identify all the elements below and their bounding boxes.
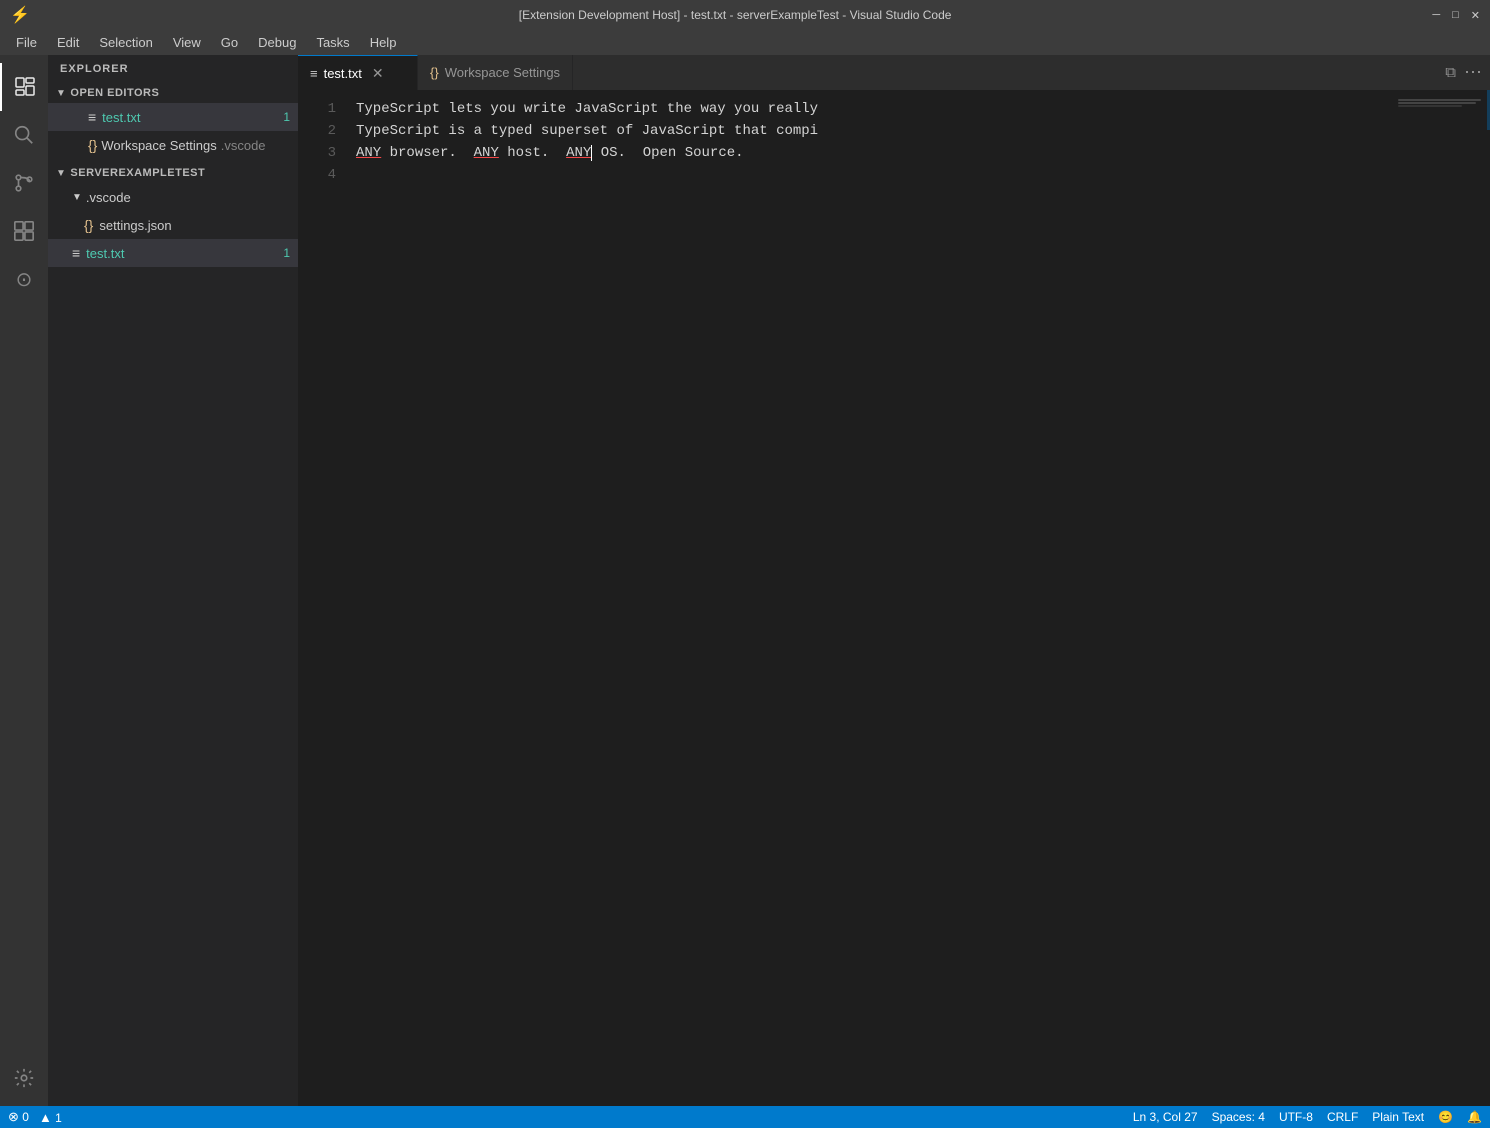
error-count[interactable]: ⊗ 0 — [8, 1109, 29, 1125]
remote-activity-icon[interactable]: ⊙ — [0, 255, 48, 303]
test-txt-tab-close[interactable]: ✕ — [372, 65, 384, 82]
code-line-4 — [356, 164, 1390, 186]
workspace-settings-tab[interactable]: {} Workspace Settings — [418, 55, 573, 90]
indentation[interactable]: Spaces: 4 — [1212, 1110, 1265, 1124]
open-editors-section-header[interactable]: ▼ OPEN EDITORS — [48, 83, 298, 103]
encoding[interactable]: UTF-8 — [1279, 1110, 1313, 1124]
code-line-2: TypeScript is a typed superset of JavaSc… — [356, 120, 1390, 142]
error-icon: ⊗ — [8, 1109, 19, 1124]
search-activity-icon[interactable] — [0, 111, 48, 159]
cursor-position[interactable]: Ln 3, Col 27 — [1133, 1110, 1198, 1124]
vscode-folder[interactable]: ▼ .vscode — [48, 183, 298, 211]
menu-debug[interactable]: Debug — [250, 33, 304, 52]
workspace-settings-ext: .vscode — [221, 138, 266, 153]
open-editor-test-txt[interactable]: ≡ test.txt 1 — [48, 103, 298, 131]
main-area: ⊙ EXPLORER ▼ OPEN EDITORS ≡ test.txt 1 {… — [0, 55, 1490, 1106]
status-bar-left: ⊗ 0 ▲ 1 — [8, 1109, 62, 1125]
menu-bar: File Edit Selection View Go Debug Tasks … — [0, 30, 1490, 55]
close-button[interactable]: ✕ — [1471, 9, 1480, 22]
editor-content[interactable]: 1 2 3 4 TypeScript lets you write JavaSc… — [298, 90, 1490, 1106]
sidebar-title: EXPLORER — [48, 55, 298, 83]
title-bar: ⚡ [Extension Development Host] - test.tx… — [0, 0, 1490, 30]
feedback-icon[interactable]: 😊 — [1438, 1110, 1453, 1124]
warning-count-value: 1 — [55, 1111, 62, 1125]
tab-actions: ⧉ ⋯ — [1437, 55, 1490, 90]
settings-json-item[interactable]: {} settings.json — [48, 211, 298, 239]
test-txt-tab[interactable]: ≡ test.txt ✕ — [298, 55, 418, 90]
code-line-1: TypeScript lets you write JavaScript the… — [356, 98, 1390, 120]
menu-selection[interactable]: Selection — [91, 33, 160, 52]
any-underline-2: ANY — [474, 145, 499, 161]
settings-json-icon: {} — [84, 217, 93, 233]
minimize-button[interactable]: ─ — [1432, 9, 1440, 22]
settings-json-name: settings.json — [99, 218, 171, 233]
workspace-settings-open-icon: {} — [88, 137, 97, 153]
any-underline-1: ANY — [356, 145, 381, 161]
minimap — [1390, 90, 1490, 1106]
menu-edit[interactable]: Edit — [49, 33, 87, 52]
warning-count[interactable]: ▲ 1 — [39, 1110, 62, 1125]
menu-view[interactable]: View — [165, 33, 209, 52]
line-ending[interactable]: CRLF — [1327, 1110, 1358, 1124]
project-test-txt-badge: 1 — [283, 246, 290, 260]
code-line-3: ANY browser. ANY host. ANY OS. Open Sour… — [356, 142, 1390, 164]
any-underline-3: ANY — [566, 145, 591, 161]
window-title: [Extension Development Host] - test.txt … — [38, 8, 1432, 22]
extensions-activity-icon[interactable] — [0, 207, 48, 255]
workspace-settings-tab-label: Workspace Settings — [445, 65, 560, 80]
more-actions-icon[interactable]: ⋯ — [1464, 62, 1482, 83]
project-test-txt-name: test.txt — [86, 246, 124, 261]
line-numbers: 1 2 3 4 — [298, 90, 348, 1106]
maximize-button[interactable]: □ — [1452, 9, 1459, 22]
workspace-settings-open-name: Workspace Settings — [101, 138, 216, 153]
status-bar-right: Ln 3, Col 27 Spaces: 4 UTF-8 CRLF Plain … — [1133, 1110, 1482, 1124]
menu-tasks[interactable]: Tasks — [308, 33, 357, 52]
project-test-txt[interactable]: ≡ test.txt 1 — [48, 239, 298, 267]
settings-activity-icon[interactable] — [0, 1054, 48, 1102]
menu-help[interactable]: Help — [362, 33, 405, 52]
activity-bar: ⊙ — [0, 55, 48, 1106]
language-mode[interactable]: Plain Text — [1372, 1110, 1424, 1124]
app-icon: ⚡ — [10, 5, 30, 25]
open-editors-arrow: ▼ — [56, 88, 66, 99]
open-editors-label: OPEN EDITORS — [70, 87, 159, 99]
tab-bar: ≡ test.txt ✕ {} Workspace Settings ⧉ ⋯ — [298, 55, 1490, 90]
menu-file[interactable]: File — [8, 33, 45, 52]
editor-area: ≡ test.txt ✕ {} Workspace Settings ⧉ ⋯ 1… — [298, 55, 1490, 1106]
test-txt-open-badge: 1 — [283, 110, 290, 124]
test-txt-tab-icon: ≡ — [310, 66, 318, 81]
test-txt-tab-label: test.txt — [324, 66, 362, 81]
window-controls: ─ □ ✕ — [1432, 9, 1480, 22]
git-activity-icon[interactable] — [0, 159, 48, 207]
split-editor-icon[interactable]: ⧉ — [1445, 64, 1456, 81]
workspace-settings-tab-icon: {} — [430, 65, 439, 80]
project-section-header[interactable]: ▼ SERVEREXAMPLETEST — [48, 163, 298, 183]
vscode-folder-arrow: ▼ — [72, 192, 82, 203]
warning-icon: ▲ — [39, 1110, 52, 1125]
status-bar: ⊗ 0 ▲ 1 Ln 3, Col 27 Spaces: 4 UTF-8 CRL… — [0, 1106, 1490, 1128]
project-test-txt-icon: ≡ — [72, 245, 80, 261]
project-arrow: ▼ — [56, 168, 66, 179]
explorer-activity-icon[interactable] — [0, 63, 48, 111]
test-txt-open-icon: ≡ — [88, 109, 96, 125]
notification-icon[interactable]: 🔔 — [1467, 1110, 1482, 1124]
test-txt-open-name: test.txt — [102, 110, 140, 125]
vscode-folder-name: .vscode — [86, 190, 131, 205]
text-cursor — [591, 145, 592, 161]
project-label: SERVEREXAMPLETEST — [70, 167, 205, 179]
code-editor[interactable]: TypeScript lets you write JavaScript the… — [348, 90, 1390, 1106]
sidebar: EXPLORER ▼ OPEN EDITORS ≡ test.txt 1 {} … — [48, 55, 298, 1106]
menu-go[interactable]: Go — [213, 33, 246, 52]
open-editor-workspace-settings[interactable]: {} Workspace Settings .vscode — [48, 131, 298, 159]
error-count-value: 0 — [22, 1110, 29, 1124]
